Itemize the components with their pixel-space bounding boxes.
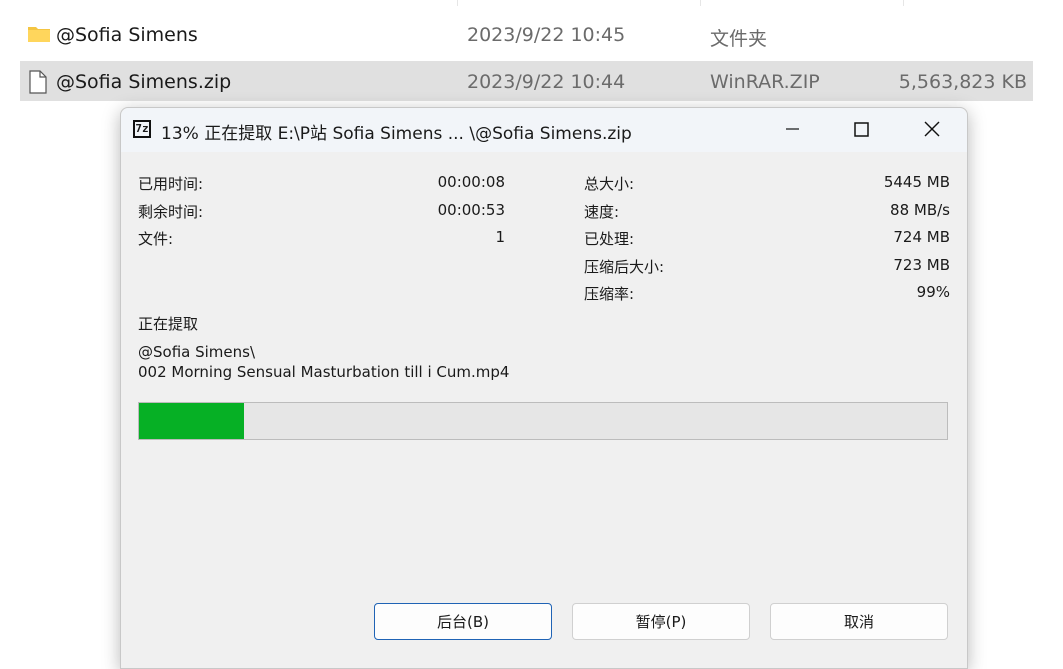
files-value: 1 [495,228,505,246]
current-folder: @Sofia Simens\ [138,343,256,361]
close-icon [924,121,940,137]
speed-value: 88 MB/s [890,201,950,219]
dialog-title: 13% 正在提取 E:\P站 Sofia Simens ... \@Sofia … [161,124,632,144]
progress-bar [138,402,948,440]
total-size-label: 总大小: [584,175,635,193]
file-name: @Sofia Simens.zip [56,71,232,93]
compressed-size-value: 723 MB [893,256,950,274]
minimize-icon [786,128,799,130]
folder-icon [27,23,51,50]
maximize-button[interactable] [827,108,897,152]
column-separator [457,0,458,6]
maximize-icon [854,122,869,137]
remaining-time-value: 00:00:53 [437,201,505,219]
file-size: 5,563,823 KB [898,71,1027,93]
elapsed-time-label: 已用时间: [138,175,204,193]
compression-ratio-value: 99% [916,283,950,301]
dialog-titlebar[interactable]: 7z 13% 正在提取 E:\P站 Sofia Simens ... \@Sof… [121,108,967,152]
processed-value: 724 MB [893,228,950,246]
progress-fill [139,403,245,439]
close-button[interactable] [897,108,967,152]
column-separator [903,0,904,6]
status-label: 正在提取 [138,315,199,333]
file-date: 2023/9/22 10:45 [467,24,626,46]
minimize-button[interactable] [757,108,827,152]
extract-progress-dialog: 7z 13% 正在提取 E:\P站 Sofia Simens ... \@Sof… [120,107,968,669]
compressed-size-label: 压缩后大小: [584,258,665,276]
files-label: 文件: [138,230,174,248]
file-name: @Sofia Simens [56,24,198,46]
background-button[interactable]: 后台(B) [374,603,552,640]
file-date: 2023/9/22 10:44 [467,71,626,93]
total-size-value: 5445 MB [883,173,950,191]
file-type: 文件夹 [710,28,768,50]
column-separator [700,0,701,6]
processed-label: 已处理: [584,230,635,248]
current-file: 002 Morning Sensual Masturbation till i … [138,363,510,381]
7zip-app-icon: 7z [133,120,151,138]
pause-button[interactable]: 暂停(P) [572,603,750,640]
file-row-zip[interactable]: @Sofia Simens.zip 2023/9/22 10:44 WinRAR… [20,61,1033,101]
remaining-time-label: 剩余时间: [138,203,204,221]
file-type: WinRAR.ZIP [710,71,820,93]
file-row-folder[interactable]: @Sofia Simens 2023/9/22 10:45 文件夹 [20,14,1033,54]
speed-label: 速度: [584,203,620,221]
compression-ratio-label: 压缩率: [584,285,635,303]
cancel-button[interactable]: 取消 [770,603,948,640]
file-icon [27,70,49,99]
elapsed-time-value: 00:00:08 [437,173,505,191]
